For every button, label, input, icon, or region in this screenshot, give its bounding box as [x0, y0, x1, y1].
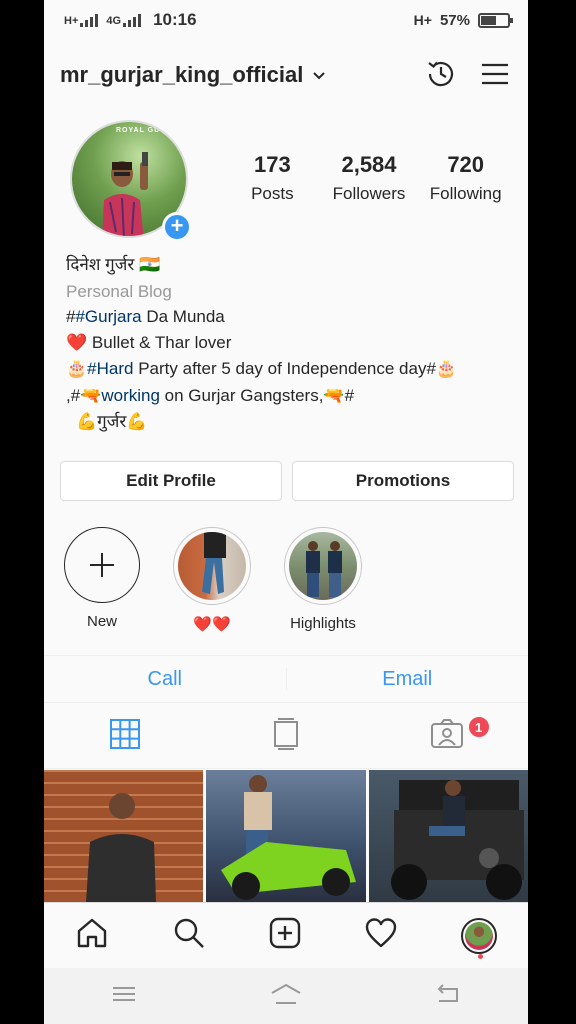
edit-profile-button[interactable]: Edit Profile — [60, 461, 282, 501]
signal-bars-icon — [80, 13, 99, 27]
pistol-icon: 🔫 — [323, 385, 345, 406]
highlight-new[interactable]: New — [59, 527, 145, 630]
highlight-highlights[interactable]: Highlights — [280, 527, 366, 632]
followers-count: 2,584 — [341, 152, 397, 177]
plus-icon[interactable] — [64, 527, 140, 603]
sim1-signal: H+ — [64, 13, 99, 27]
followers-label: Followers — [332, 184, 406, 203]
bio-text: on Gurjar Gangsters, — [159, 385, 324, 405]
grid-icon — [109, 718, 141, 755]
bio-name-line: दिनेश गुर्जर 🇮🇳 — [66, 252, 516, 279]
call-button[interactable]: Call — [44, 656, 286, 702]
tagged-notification-badge: 1 — [466, 715, 491, 739]
highlight-cover — [178, 532, 246, 600]
account-switcher-username[interactable]: mr_gurjar_king_official — [60, 62, 303, 88]
display-name: दिनेश गुर्जर — [66, 255, 135, 274]
bio-text: Bullet & Thar lover — [87, 332, 232, 352]
profile-notification-dot — [478, 954, 483, 959]
tagged-icon — [430, 719, 464, 754]
highlight-hearts[interactable]: ❤️❤️ — [169, 527, 255, 633]
posts-grid — [44, 770, 528, 902]
profile-tab-avatar[interactable] — [460, 917, 497, 954]
profile-header: mr_gurjar_king_official — [44, 40, 528, 110]
bio-line-4: ,#🔫working on Gurjar Gangsters,🔫# — [66, 383, 516, 410]
header-actions — [424, 57, 512, 96]
post-thumbnail[interactable] — [368, 770, 528, 902]
igtv-icon — [272, 717, 300, 756]
status-left: H+ 4G 10:16 — [64, 10, 197, 30]
profile-bio: दिनेश गुर्जर 🇮🇳 Personal Blog ##Gurjara … — [66, 252, 516, 436]
bottom-navigation — [44, 902, 528, 968]
status-right: H+ 57% — [413, 11, 513, 29]
back-icon[interactable] — [435, 983, 461, 1010]
hashtag-link[interactable]: working — [101, 386, 160, 405]
bio-line-5: 💪गुर्जर💪 — [66, 409, 516, 436]
bio-text: Party after 5 day of Independence day# — [133, 359, 436, 378]
bio-text: # — [344, 385, 355, 405]
stat-following[interactable]: 720 Following — [417, 152, 514, 204]
activity-heart-icon[interactable] — [364, 916, 398, 955]
search-icon[interactable] — [172, 916, 206, 955]
menu-icon[interactable] — [478, 57, 512, 96]
battery-icon — [478, 12, 513, 28]
profile-action-buttons: Edit Profile Promotions — [60, 461, 514, 501]
post-thumbnail[interactable] — [206, 770, 366, 902]
bio-line-2: ❤️ Bullet & Thar lover — [66, 330, 516, 357]
flexed-arm-icon: 💪 — [126, 412, 148, 432]
flexed-arm-icon: 💪 — [76, 412, 98, 432]
posts-label: Posts — [251, 184, 294, 203]
cake-icon: 🎂 — [66, 359, 88, 379]
posts-count: 173 — [253, 152, 291, 177]
avatar-watermark: ROYAL GU — [116, 127, 161, 134]
phone-screen: H+ 4G 10:16 H+ 57% mr_gurjar_king_offici… — [44, 0, 528, 1024]
profile-stats: 173 Posts 2,584 Followers 720 Following — [224, 152, 514, 204]
bio-text: ,# — [66, 385, 81, 405]
home-button-icon[interactable] — [270, 983, 302, 1010]
cake-icon: 🎂 — [435, 359, 458, 379]
highlight-label: ❤️❤️ — [193, 615, 231, 633]
category-label: Personal Blog — [66, 281, 172, 301]
tab-tagged[interactable]: 1 — [367, 705, 528, 768]
india-flag-icon: 🇮🇳 — [139, 255, 161, 275]
bio-line-3: 🎂#Hard Party after 5 day of Independence… — [66, 356, 516, 383]
following-label: Following — [429, 184, 502, 203]
home-icon[interactable] — [75, 916, 109, 955]
highlight-cover — [289, 532, 357, 600]
bio-text: गुर्जर — [97, 412, 127, 431]
email-button[interactable]: Email — [287, 656, 529, 702]
profile-tabs: 1 — [44, 705, 528, 769]
highlight-label: New — [86, 613, 117, 630]
history-icon[interactable] — [424, 57, 458, 96]
bio-text: Da Munda — [141, 307, 225, 326]
sim2-signal: 4G — [106, 13, 142, 27]
tab-igtv[interactable] — [205, 705, 366, 768]
signal-bars-icon — [123, 13, 142, 27]
bio-line-1: ##Gurjara Da Munda — [66, 304, 516, 330]
new-post-icon[interactable] — [268, 916, 302, 955]
pistol-icon: 🔫 — [80, 385, 102, 406]
hashtag-link[interactable]: #Hard — [87, 359, 133, 378]
data-network-label: H+ — [413, 12, 432, 28]
clock: 10:16 — [153, 10, 197, 29]
stat-followers[interactable]: 2,584 Followers — [321, 152, 418, 204]
sim2-network-label: 4G — [106, 15, 122, 27]
hashtag-link[interactable]: #Gurjara — [75, 307, 141, 326]
heart-icon: ❤️ — [66, 332, 88, 353]
highlight-label: Highlights — [290, 615, 356, 632]
stat-posts[interactable]: 173 Posts — [224, 152, 321, 204]
avatar-person-photo — [102, 152, 148, 236]
battery-percent: 57% — [439, 11, 470, 29]
sim1-network-label: H+ — [64, 15, 79, 27]
recent-apps-icon[interactable] — [111, 984, 137, 1009]
contact-bar: Call Email — [44, 655, 528, 703]
add-story-button[interactable]: + — [162, 212, 192, 242]
chevron-down-icon[interactable] — [313, 68, 326, 83]
system-navigation-bar — [44, 968, 528, 1024]
status-bar: H+ 4G 10:16 H+ 57% — [44, 0, 528, 40]
post-thumbnail[interactable] — [44, 770, 204, 902]
tab-grid[interactable] — [44, 705, 205, 768]
promotions-button[interactable]: Promotions — [292, 461, 514, 501]
following-count: 720 — [447, 152, 485, 177]
